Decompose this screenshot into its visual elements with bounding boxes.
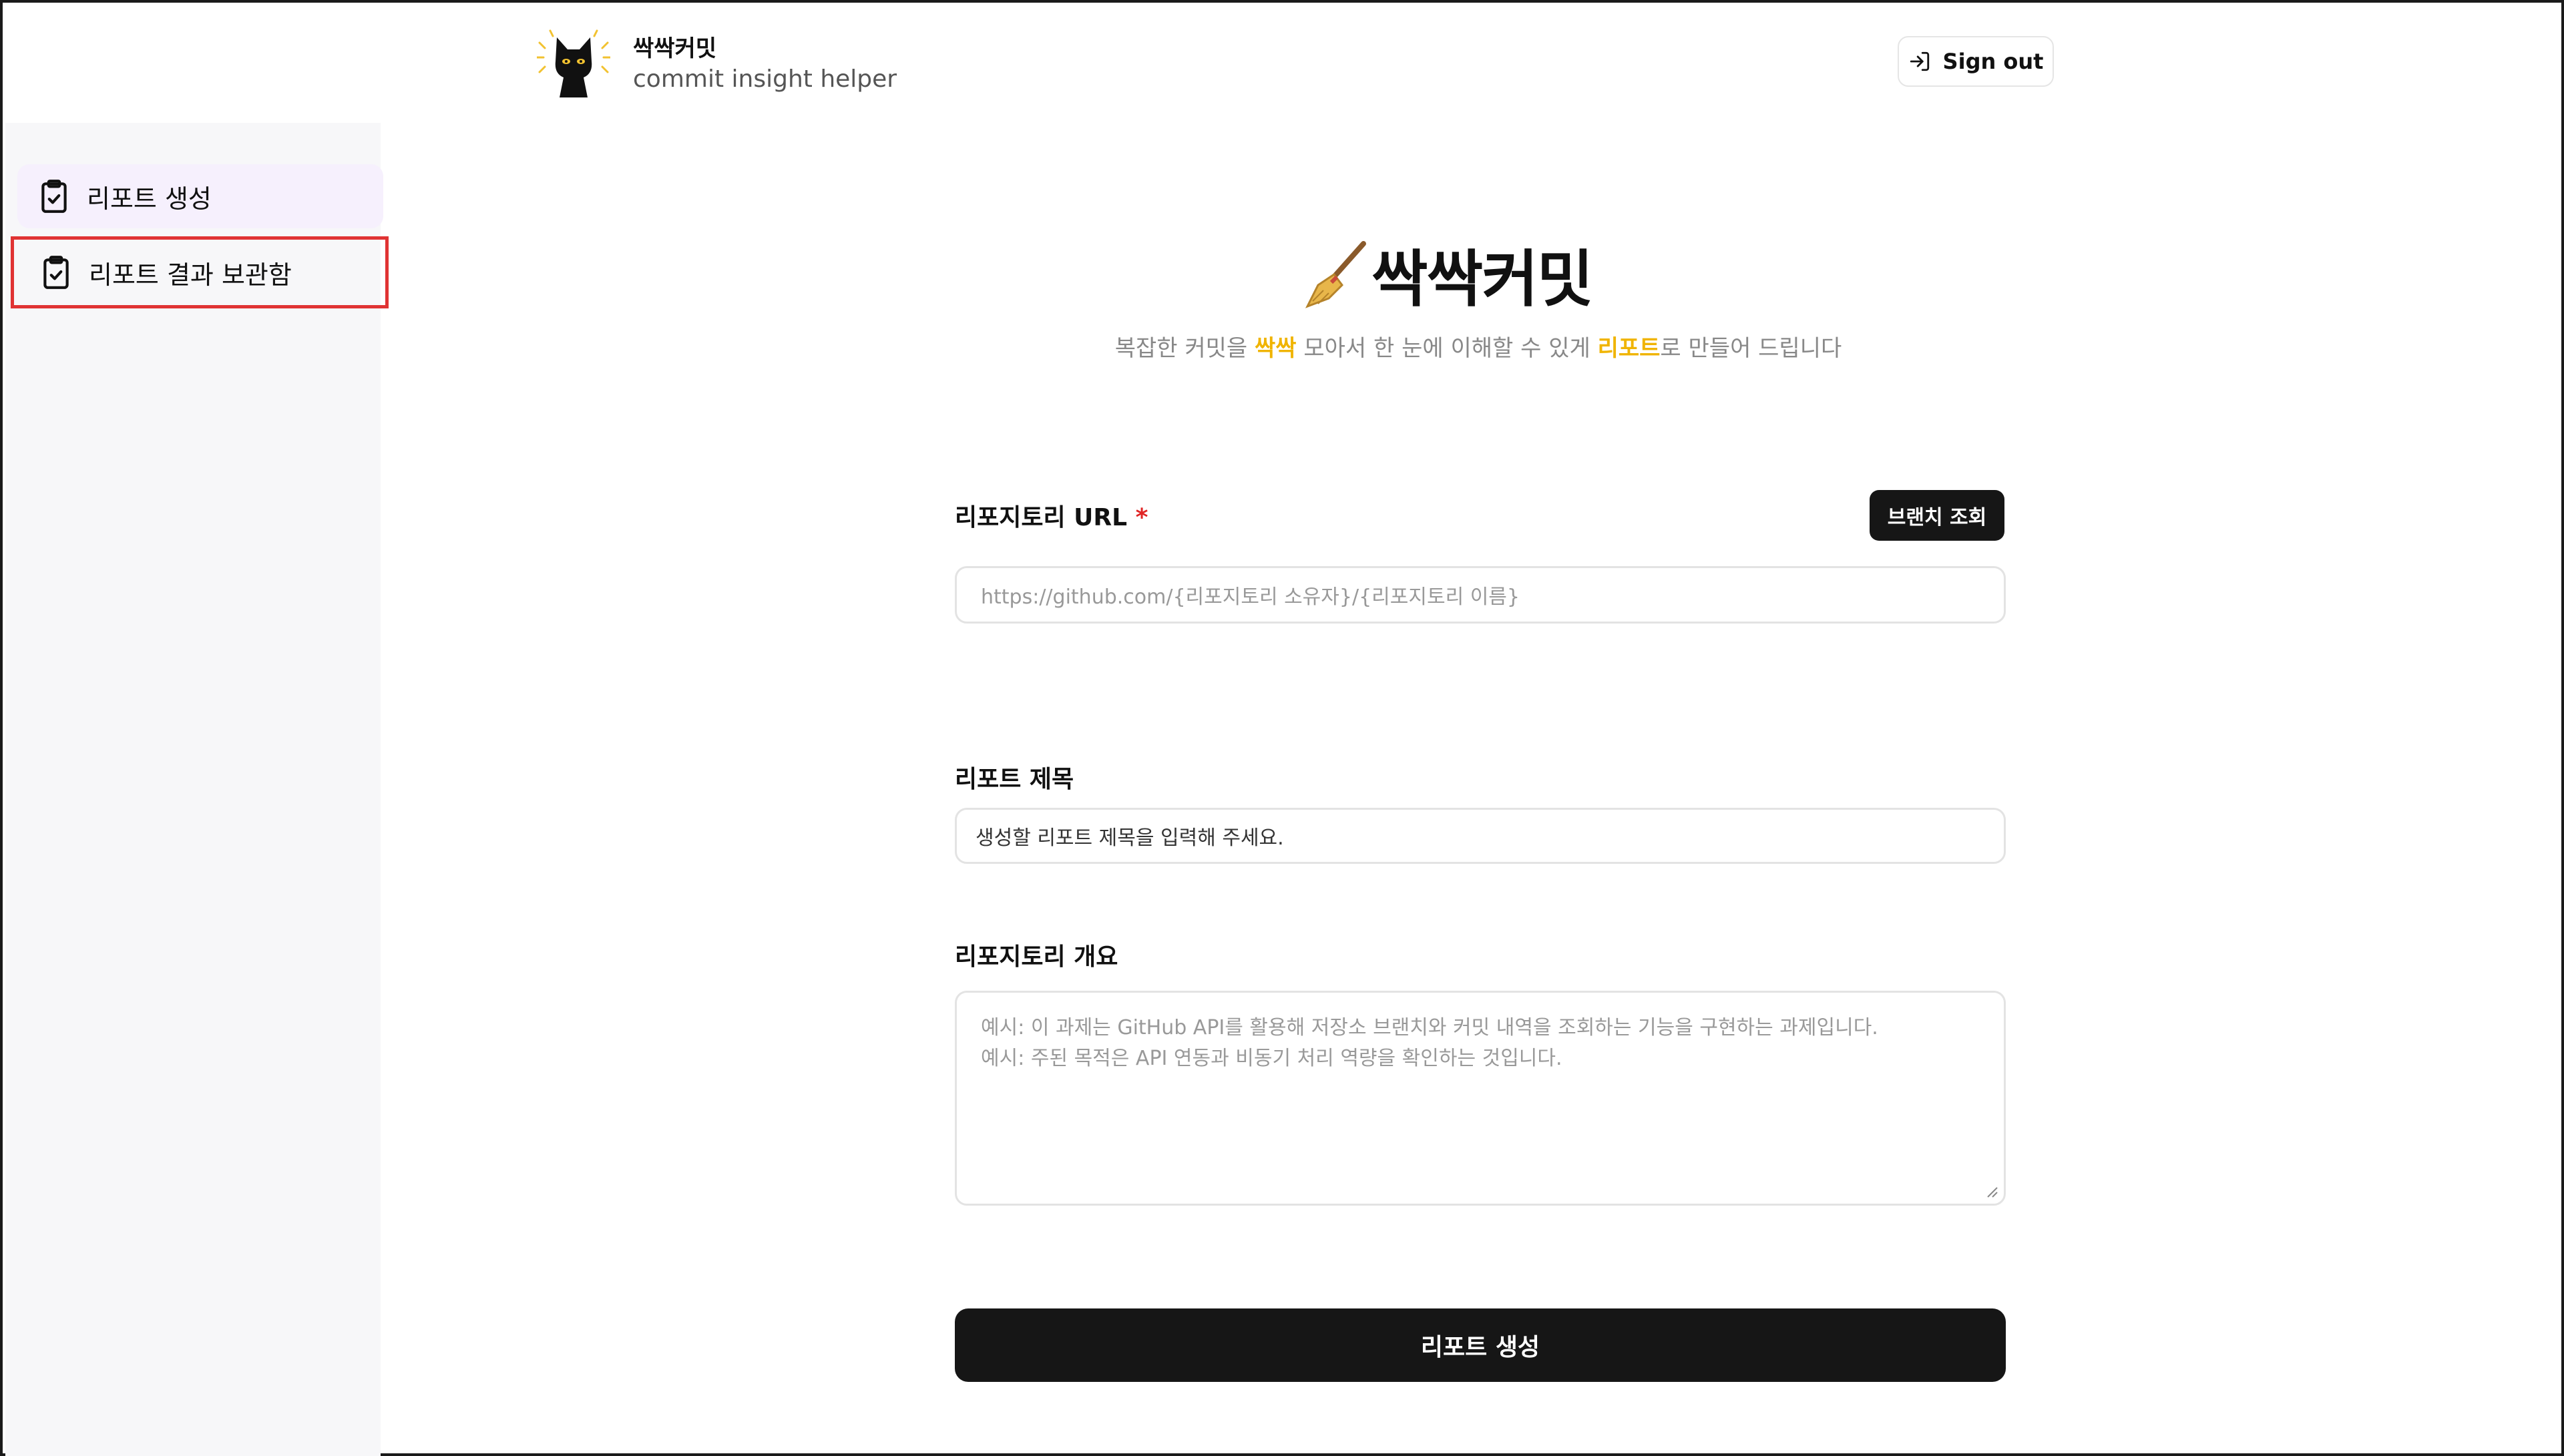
page-subtitle: 복잡한 커밋을 싹싹 모아서 한 눈에 이해할 수 있게 리포트로 만들어 드립… xyxy=(670,330,2286,362)
sidebar: 리포트 생성 리포트 결과 보관함 xyxy=(5,123,389,1456)
repo-overview-label: 리포지토리 개요 xyxy=(955,943,1118,971)
sign-out-button[interactable]: Sign out xyxy=(1898,36,2054,87)
clipboard-check-icon xyxy=(43,256,69,289)
brand[interactable]: 싹싹커밋 commit insight helper xyxy=(537,28,897,101)
repo-url-placeholder: https://github.com/{리포지토리 소유자}/{리포지토리 이름… xyxy=(981,585,1520,609)
brand-subtitle: commit insight helper xyxy=(633,65,897,93)
page-title-text: 싹싹커밋 xyxy=(1371,244,1594,315)
page-title: 싹싹커밋 xyxy=(1305,230,1594,318)
repo-url-input[interactable]: https://github.com/{리포지토리 소유자}/{리포지토리 이름… xyxy=(955,566,2006,624)
repo-overview-textarea[interactable]: 예시: 이 과제는 GitHub API를 활용해 저장소 브랜치와 커밋 내역… xyxy=(955,991,2006,1206)
black-cat-logo-icon xyxy=(537,29,610,97)
clipboard-check-icon xyxy=(41,180,67,213)
broom-icon xyxy=(1305,240,1366,308)
sidebar-item-create-report[interactable]: 리포트 생성 xyxy=(17,164,383,228)
subtitle-part: 복잡한 커밋을 xyxy=(1114,335,1255,362)
repo-url-label: 리포지토리 URL * xyxy=(955,498,1148,533)
resize-handle-icon[interactable] xyxy=(1984,1184,1998,1198)
subtitle-part: 로 만들어 드립니다 xyxy=(1660,335,1842,362)
subtitle-part: 모아서 한 눈에 이해할 수 있게 xyxy=(1296,335,1598,362)
subtitle-highlight: 리포트 xyxy=(1597,335,1661,362)
brand-text: 싹싹커밋 commit insight helper xyxy=(633,34,897,95)
create-report-button[interactable]: 리포트 생성 xyxy=(955,1308,2006,1382)
repo-url-label-text: 리포지토리 URL xyxy=(955,504,1128,531)
sign-in-arrow-icon xyxy=(1910,51,1929,71)
report-title-value: 생성할 리포트 제목을 입력해 주세요. xyxy=(976,826,1284,850)
required-mark: * xyxy=(1135,504,1148,531)
subtitle-highlight: 싹싹 xyxy=(1255,335,1297,362)
sidebar-item-label: 리포트 결과 보관함 xyxy=(89,260,292,290)
overview-placeholder-line: 예시: 이 과제는 GitHub API를 활용해 저장소 브랜치와 커밋 내역… xyxy=(981,1016,1878,1039)
app-window: 싹싹커밋 commit insight helper Sign out 리포트 … xyxy=(0,0,2564,1456)
report-title-input[interactable]: 생성할 리포트 제목을 입력해 주세요. xyxy=(955,808,2006,864)
sign-out-label: Sign out xyxy=(1942,49,2044,74)
branch-lookup-button[interactable]: 브랜치 조회 xyxy=(1870,490,2004,541)
overview-placeholder-line: 예시: 주된 목적은 API 연동과 비동기 처리 역량을 확인하는 것입니다. xyxy=(981,1047,1562,1070)
sidebar-item-report-archive[interactable]: 리포트 결과 보관함 xyxy=(11,236,389,308)
brand-name: 싹싹커밋 xyxy=(633,35,717,62)
report-title-label: 리포트 제목 xyxy=(955,766,1074,793)
sidebar-item-label: 리포트 생성 xyxy=(87,184,212,214)
top-header: 싹싹커밋 commit insight helper Sign out xyxy=(3,3,2561,123)
